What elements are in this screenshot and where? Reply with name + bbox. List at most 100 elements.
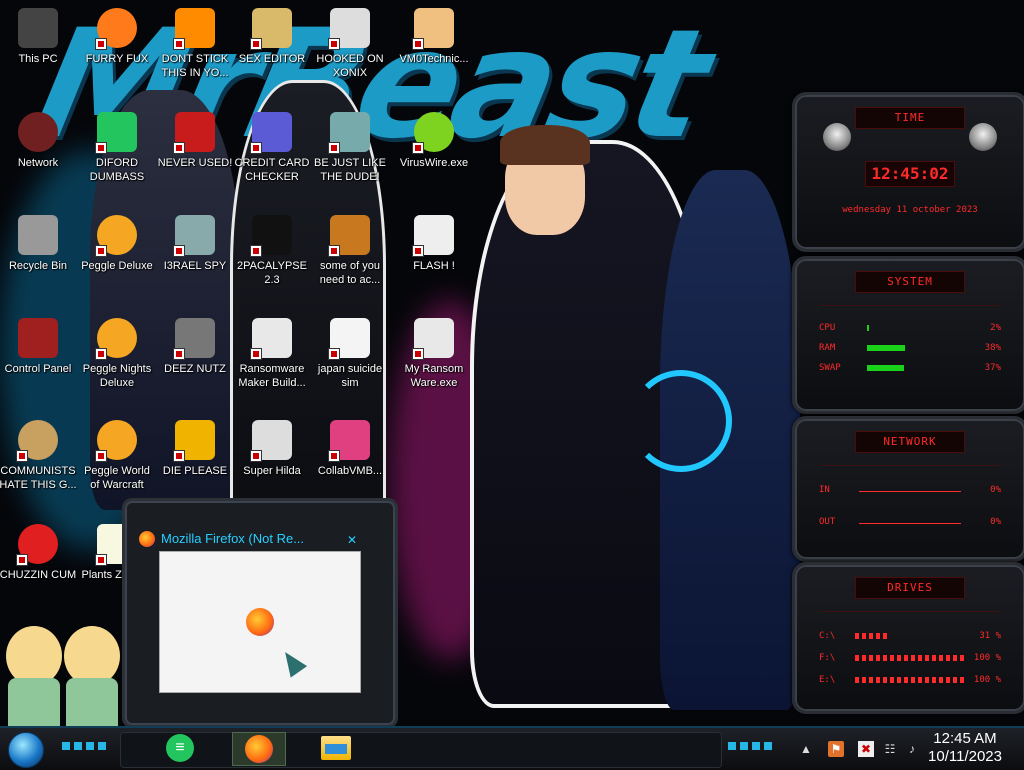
desktop-icon[interactable]: I3RAEL SPY bbox=[156, 215, 234, 273]
terminal-icon bbox=[250, 215, 292, 257]
desktop-icon[interactable]: DEEZ NUTZ bbox=[156, 318, 234, 376]
money-bag-icon bbox=[16, 420, 58, 462]
control-panel-icon bbox=[18, 318, 58, 358]
network-icon bbox=[18, 112, 58, 152]
show-hidden-icons[interactable]: ▲ bbox=[798, 741, 814, 757]
shortcut-arrow-icon bbox=[412, 245, 424, 257]
desktop-icon-label: DIE PLEASE bbox=[162, 465, 228, 477]
preview-thumbnail[interactable] bbox=[159, 551, 361, 693]
drive-e-row: E:\ 100 % bbox=[819, 673, 1001, 689]
desktop-icon[interactable]: DIFORD DUMBASS bbox=[78, 112, 156, 184]
gadget-date: wednesday 11 october 2023 bbox=[842, 205, 978, 215]
desktop-icon[interactable]: Control Panel bbox=[0, 318, 77, 376]
drive-c-row: C:\ 31 % bbox=[819, 629, 1001, 645]
desktop-icon-label: some of you need to ac... bbox=[319, 260, 381, 286]
drive-c-bar bbox=[855, 633, 889, 639]
desktop-icon[interactable]: CREDIT CARD CHECKER bbox=[233, 112, 311, 184]
desktop-icon[interactable]: Peggle Deluxe bbox=[78, 215, 156, 273]
collabvm-icon bbox=[328, 420, 370, 462]
desktop-icon[interactable]: VM0Technic... bbox=[395, 8, 473, 66]
drives-gadget[interactable]: DRIVES C:\ 31 % F:\ 100 % E:\ 100 % bbox=[792, 562, 1024, 714]
app-window-icon bbox=[250, 318, 292, 360]
desktop-icon[interactable]: Network bbox=[0, 112, 77, 170]
desktop-icon-label: Network bbox=[17, 157, 59, 169]
peggle-nights-icon bbox=[95, 318, 137, 360]
desktop-icon-label: 2PACALYPSE 2.3 bbox=[237, 260, 307, 286]
desktop-icon-label: Peggle Nights Deluxe bbox=[82, 363, 152, 389]
drive-e-value: 100 % bbox=[973, 675, 1001, 685]
cartoon-sticker bbox=[0, 608, 130, 726]
system-gadget[interactable]: SYSTEM CPU 2% RAM 38% SWAP 37% bbox=[792, 256, 1024, 414]
shortcut-arrow-icon bbox=[173, 245, 185, 257]
taskbar-firefox-button[interactable] bbox=[232, 732, 286, 766]
flag-icon[interactable]: ⚑ bbox=[828, 741, 844, 757]
computer-icon bbox=[18, 8, 58, 48]
taskbar-thumbnail-preview[interactable]: Mozilla Firefox (Not Re... ✕ bbox=[122, 498, 398, 728]
credit-card-icon bbox=[250, 112, 292, 154]
desktop-icon[interactable]: HOOKED ON XONIX bbox=[311, 8, 389, 80]
drive-e-label: E:\ bbox=[819, 675, 836, 685]
desktop-icon[interactable]: Recycle Bin bbox=[0, 215, 77, 273]
time-gadget[interactable]: TIME 12:45:02 wednesday 11 october 2023 bbox=[792, 92, 1024, 252]
desktop-icon-label: Control Panel bbox=[4, 363, 72, 375]
shortcut-arrow-icon bbox=[412, 348, 424, 360]
net-out-value: 0% bbox=[990, 517, 1001, 527]
shortcut-arrow-icon bbox=[16, 554, 28, 566]
desktop-icon[interactable]: CollabVMB... bbox=[311, 420, 389, 478]
drive-f-label: F:\ bbox=[819, 653, 836, 663]
desktop-icon[interactable]: My Ransom Ware.exe bbox=[395, 318, 473, 390]
desktop-icon[interactable]: Super Hilda bbox=[233, 420, 311, 478]
divider bbox=[819, 305, 1001, 306]
character-hair bbox=[500, 125, 590, 165]
network-icon[interactable]: ☷ bbox=[882, 741, 898, 757]
drive-c-value: 31 % bbox=[979, 631, 1001, 641]
desktop-icon[interactable]: DONT STICK THIS IN YO... bbox=[156, 8, 234, 80]
desktop-icon[interactable]: This PC bbox=[0, 8, 77, 66]
system-gadget-header: SYSTEM bbox=[855, 271, 965, 293]
desktop-icon[interactable]: VirusWire.exe bbox=[395, 112, 473, 170]
desktop-icon-label: My Ransom Ware.exe bbox=[404, 363, 464, 389]
desktop-icon-label: CREDIT CARD CHECKER bbox=[234, 157, 310, 183]
desktop-icon[interactable]: Peggle Nights Deluxe bbox=[78, 318, 156, 390]
cpu-label: CPU bbox=[819, 323, 836, 333]
desktop-icon[interactable]: 2PACALYPSE 2.3 bbox=[233, 215, 311, 287]
start-orb-icon[interactable] bbox=[8, 732, 44, 768]
shortcut-arrow-icon bbox=[173, 450, 185, 462]
volume-icon[interactable]: ♪ bbox=[904, 741, 920, 757]
desktop-icon[interactable]: SEX EDITOR bbox=[233, 8, 311, 66]
desktop-icon-label: CollabVMB... bbox=[317, 465, 383, 477]
desktop-icon[interactable]: Ransomware Maker Build... bbox=[233, 318, 311, 390]
swap-value: 37% bbox=[984, 363, 1001, 373]
desktop-icon[interactable]: CHUZZIN CUM bbox=[0, 524, 77, 582]
swap-row: SWAP 37% bbox=[819, 361, 1001, 377]
drive-f-bar bbox=[855, 655, 965, 661]
taskbar-clock[interactable]: 12:45 AM 10/11/2023 bbox=[922, 730, 1008, 766]
desktop-icon[interactable]: NEVER USED! bbox=[156, 112, 234, 170]
shortcut-arrow-icon bbox=[95, 450, 107, 462]
desktop-icon[interactable]: DIE PLEASE bbox=[156, 420, 234, 478]
gadget-clock: 12:45:02 bbox=[865, 161, 955, 187]
network-gadget[interactable]: NETWORK IN 0% OUT 0% bbox=[792, 416, 1024, 562]
taskbar-explorer-button[interactable] bbox=[310, 732, 362, 764]
desktop-icon-label: FLASH ! bbox=[413, 260, 455, 272]
taskbar-discord-button[interactable]: ≡ bbox=[154, 732, 206, 764]
action-center-icon[interactable]: ✖ bbox=[858, 741, 874, 757]
desktop-icon[interactable]: Peggle World of Warcraft bbox=[78, 420, 156, 492]
drive-c-label: C:\ bbox=[819, 631, 836, 641]
shortcut-arrow-icon bbox=[173, 38, 185, 50]
desktop-icon[interactable]: japan suicide sim bbox=[311, 318, 389, 390]
desktop-icon[interactable]: BE JUST LIKE THE DUDE! bbox=[311, 112, 389, 184]
devcpp-icon bbox=[173, 112, 215, 154]
desktop-icon[interactable]: FURRY FUX bbox=[78, 8, 156, 66]
desktop-icon[interactable]: FLASH ! bbox=[395, 215, 473, 273]
shortcut-arrow-icon bbox=[16, 450, 28, 462]
desktop-icon[interactable]: COMMUNISTS HATE THIS G... bbox=[0, 420, 77, 492]
clock-time: 12:45 AM bbox=[933, 730, 997, 747]
desktop-icon-label: DEEZ NUTZ bbox=[164, 363, 226, 375]
close-icon[interactable]: ✕ bbox=[347, 533, 357, 547]
shortcut-arrow-icon bbox=[95, 554, 107, 566]
desktop-icon[interactable]: some of you need to ac... bbox=[311, 215, 389, 287]
desktop-icon-label: VM0Technic... bbox=[399, 53, 469, 65]
divider bbox=[819, 611, 1001, 612]
desktop-icon-label: CHUZZIN CUM bbox=[0, 569, 77, 581]
